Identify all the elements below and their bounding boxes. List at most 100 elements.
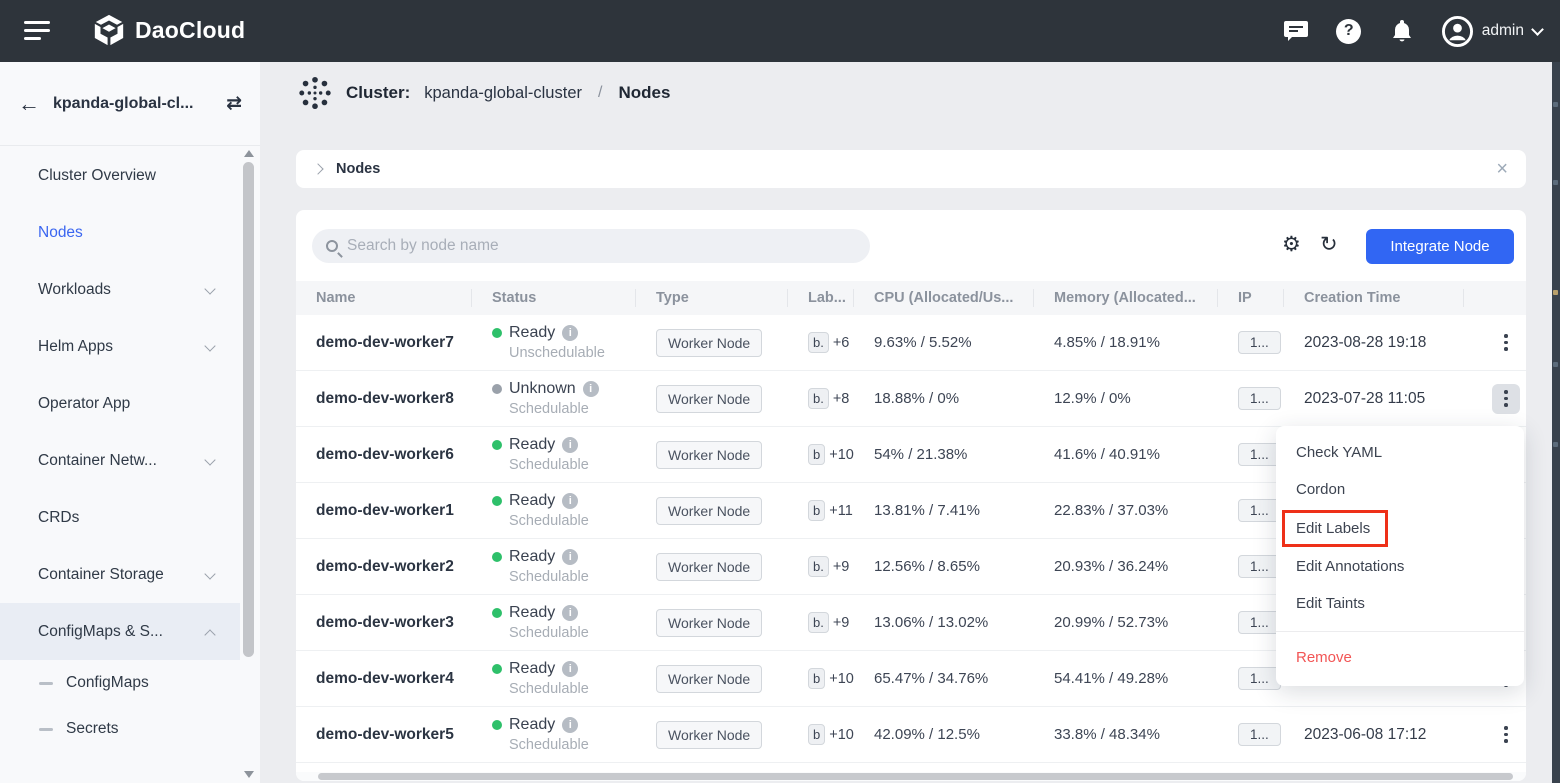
info-icon[interactable]: i	[562, 437, 578, 453]
sidebar-item-cluster-overview[interactable]: Cluster Overview	[0, 147, 240, 204]
row-actions-kebab[interactable]	[1492, 720, 1520, 750]
menu-item-edit-annotations[interactable]: Edit Annotations	[1276, 548, 1524, 585]
switch-cluster-icon[interactable]: ⇄	[226, 92, 242, 115]
sidebar-item-nodes[interactable]: Nodes	[0, 204, 240, 261]
node-name[interactable]: demo-dev-worker8	[296, 390, 472, 408]
cpu-value: 54% / 21.38%	[854, 446, 1034, 463]
gear-icon[interactable]: ⚙	[1282, 234, 1301, 255]
chevron-down-icon	[1531, 23, 1544, 36]
label-more-count[interactable]: +9	[833, 615, 850, 631]
info-icon[interactable]: i	[583, 381, 599, 397]
sidebar-item-operator-app[interactable]: Operator App	[0, 375, 240, 432]
daocloud-logo-icon	[92, 13, 126, 47]
schedulable-text: Schedulable	[509, 401, 636, 417]
menu-item-check-yaml[interactable]: Check YAML	[1276, 434, 1524, 471]
info-icon[interactable]: i	[562, 661, 578, 677]
back-arrow-icon[interactable]: ←	[18, 93, 40, 115]
sidebar-item-container-network[interactable]: Container Netw...	[0, 432, 240, 489]
label-badge[interactable]: b.	[808, 388, 829, 409]
sidebar-item-configmaps-secrets[interactable]: ConfigMaps & S...	[0, 603, 240, 660]
breadcrumb: Nodes ×	[296, 150, 1526, 188]
table-header: Name Status Type Lab... CPU (Allocated/U…	[296, 281, 1526, 315]
label-more-count[interactable]: +8	[833, 391, 850, 407]
info-icon[interactable]: i	[562, 493, 578, 509]
menu-item-edit-taints[interactable]: Edit Taints	[1276, 585, 1524, 622]
sidebar-item-crds[interactable]: CRDs	[0, 489, 240, 546]
label-badge[interactable]: b.	[808, 556, 829, 577]
label-badge[interactable]: b.	[808, 612, 829, 633]
ip-badge[interactable]: 1...	[1238, 667, 1281, 690]
chat-icon[interactable]	[1283, 18, 1309, 44]
sidebar-item-workloads[interactable]: Workloads	[0, 261, 240, 318]
sidebar-item-helm-apps[interactable]: Helm Apps	[0, 318, 240, 375]
ip-badge[interactable]: 1...	[1238, 611, 1281, 634]
info-icon[interactable]: i	[562, 717, 578, 733]
brand[interactable]: DaoCloud	[92, 13, 245, 47]
schedulable-text: Schedulable	[509, 625, 636, 641]
node-status: Readyi Schedulable	[472, 604, 636, 641]
label-more-count[interactable]: +10	[829, 671, 854, 687]
node-name[interactable]: demo-dev-worker3	[296, 614, 472, 632]
ip-badge[interactable]: 1...	[1238, 723, 1281, 746]
help-icon[interactable]: ?	[1336, 18, 1362, 44]
row-actions-kebab[interactable]	[1492, 384, 1520, 414]
label-badge[interactable]: b.	[808, 332, 829, 353]
search-box[interactable]	[312, 229, 870, 263]
ip-badge[interactable]: 1...	[1238, 331, 1281, 354]
user-menu[interactable]: admin	[1442, 16, 1542, 47]
scroll-down-icon[interactable]	[244, 771, 254, 778]
bell-icon[interactable]	[1389, 18, 1415, 44]
search-icon	[326, 240, 338, 252]
info-icon[interactable]: i	[562, 325, 578, 341]
label-badge[interactable]: b	[808, 724, 825, 745]
sidebar-item-container-storage[interactable]: Container Storage	[0, 546, 240, 603]
status-dot	[492, 496, 502, 506]
chevron-up-icon	[204, 629, 215, 640]
cluster-name[interactable]: kpanda-global-cluster	[424, 84, 582, 103]
page-scrollbar[interactable]	[1552, 62, 1560, 783]
node-name[interactable]: demo-dev-worker2	[296, 558, 472, 576]
status-text: Ready	[509, 548, 555, 566]
scrollbar-thumb[interactable]	[318, 773, 1513, 780]
node-name[interactable]: demo-dev-worker7	[296, 334, 472, 352]
horizontal-scrollbar[interactable]	[296, 772, 1526, 781]
dash-icon	[39, 728, 53, 731]
scroll-up-icon[interactable]	[244, 150, 254, 157]
sidebar-cluster-name[interactable]: kpanda-global-cl...	[53, 95, 213, 113]
label-more-count[interactable]: +10	[829, 727, 854, 743]
search-input[interactable]	[347, 237, 827, 255]
ip-badge[interactable]: 1...	[1238, 555, 1281, 578]
menu-item-remove[interactable]: Remove	[1276, 639, 1524, 676]
label-more-count[interactable]: +9	[833, 559, 850, 575]
node-name[interactable]: demo-dev-worker1	[296, 502, 472, 520]
close-icon[interactable]: ×	[1496, 159, 1508, 179]
label-badge[interactable]: b	[808, 444, 825, 465]
breadcrumb-page: Nodes	[336, 161, 1496, 177]
menu-item-edit-labels[interactable]: Edit Labels	[1276, 508, 1524, 548]
menu-icon[interactable]	[24, 21, 50, 41]
sidebar-subitem-configmaps[interactable]: ConfigMaps	[0, 660, 240, 706]
label-more-count[interactable]: +10	[829, 447, 854, 463]
chevron-right-icon[interactable]	[312, 163, 323, 174]
info-icon[interactable]: i	[562, 605, 578, 621]
label-more-count[interactable]: +6	[833, 335, 850, 351]
sidebar-subitem-secrets[interactable]: Secrets	[0, 706, 240, 752]
info-icon[interactable]: i	[562, 549, 578, 565]
label-badge[interactable]: b	[808, 668, 825, 689]
node-name[interactable]: demo-dev-worker4	[296, 670, 472, 688]
integrate-node-button[interactable]: Integrate Node	[1366, 229, 1514, 264]
menu-item-cordon[interactable]: Cordon	[1276, 471, 1524, 508]
label-more-count[interactable]: +11	[829, 503, 853, 519]
ip-badge[interactable]: 1...	[1238, 499, 1281, 522]
node-name[interactable]: demo-dev-worker5	[296, 726, 472, 744]
ip-badge[interactable]: 1...	[1238, 387, 1281, 410]
row-actions-kebab[interactable]	[1492, 328, 1520, 358]
label-badge[interactable]: b	[808, 500, 825, 521]
refresh-icon[interactable]: ↻	[1320, 234, 1338, 255]
node-name[interactable]: demo-dev-worker6	[296, 446, 472, 464]
scrollbar-thumb[interactable]	[243, 162, 254, 657]
sidebar-scrollbar[interactable]	[242, 150, 255, 778]
cpu-value: 65.47% / 34.76%	[854, 670, 1034, 687]
memory-value: 33.8% / 48.34%	[1034, 726, 1218, 743]
ip-badge[interactable]: 1...	[1238, 443, 1281, 466]
